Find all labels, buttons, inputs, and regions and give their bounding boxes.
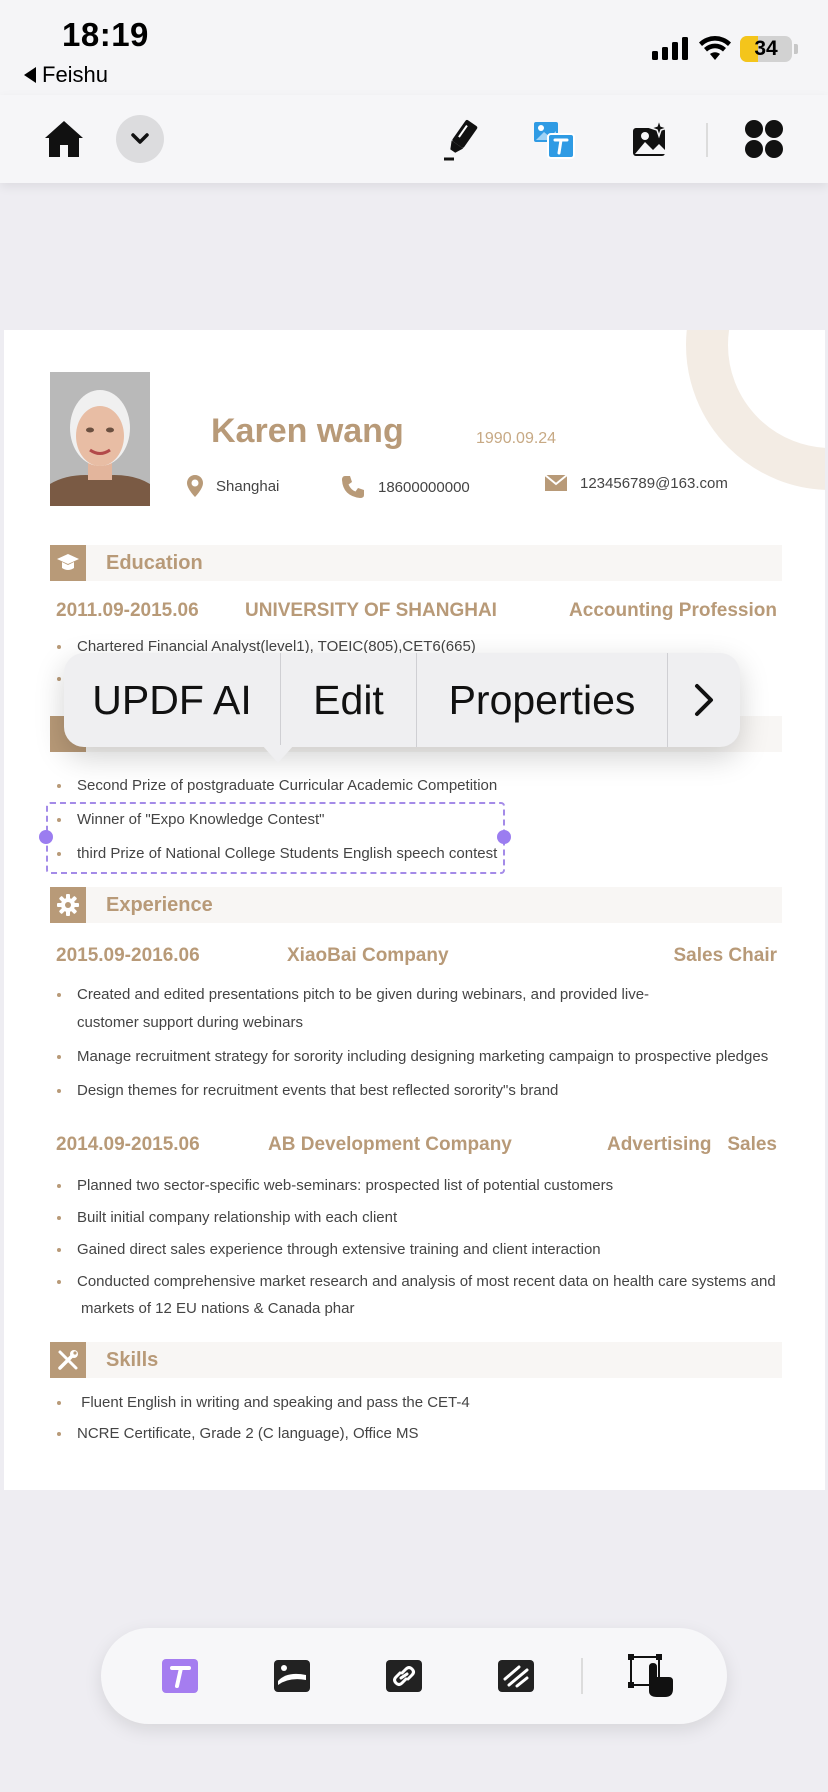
menu-item-edit[interactable]: Edit bbox=[281, 653, 417, 747]
gear-icon bbox=[50, 887, 86, 923]
education-period[interactable]: 2011.09-2015.06 bbox=[56, 600, 199, 622]
battery-percent: 34 bbox=[754, 37, 778, 60]
highlighter-icon bbox=[444, 119, 478, 161]
decorative-arc bbox=[686, 330, 825, 490]
email-text: 123456789@163.com bbox=[580, 474, 728, 492]
profile-photo[interactable] bbox=[50, 372, 150, 506]
job2-bullet[interactable]: Conducted comprehensive market research … bbox=[57, 1273, 776, 1290]
image-edit-button[interactable] bbox=[630, 95, 670, 183]
text-tool-icon bbox=[162, 1659, 198, 1693]
contact-phone[interactable]: 18600000000 bbox=[340, 474, 470, 500]
job1-bullet-continuation[interactable]: customer support during webinars bbox=[77, 1014, 303, 1031]
chevron-right-icon bbox=[695, 684, 713, 716]
resume-birthdate[interactable]: 1990.09.24 bbox=[476, 430, 556, 448]
resume-name[interactable]: Karen wang bbox=[211, 412, 404, 451]
skills-section-header: Skills bbox=[50, 1342, 782, 1378]
battery-icon: 34 bbox=[740, 36, 792, 62]
award-bullet[interactable]: Second Prize of postgraduate Curricular … bbox=[56, 777, 497, 794]
skills-title: Skills bbox=[106, 1349, 159, 1371]
apps-button[interactable] bbox=[742, 95, 786, 183]
job1-bullet[interactable]: Manage recruitment strategy for sorority… bbox=[56, 1048, 768, 1065]
cellular-signal-icon bbox=[652, 36, 688, 60]
phone-icon bbox=[342, 476, 364, 498]
job2-bullet-continuation[interactable]: markets of 12 EU nations & Canada phar bbox=[81, 1300, 355, 1317]
job2-company[interactable]: AB Development Company bbox=[268, 1134, 512, 1156]
tools-icon bbox=[50, 1342, 86, 1378]
job1-role[interactable]: Sales Chair bbox=[674, 945, 778, 967]
graduation-cap-icon bbox=[50, 545, 86, 581]
image-edit-icon bbox=[633, 120, 669, 156]
edit-image-text-button[interactable] bbox=[532, 95, 576, 183]
location-pin-icon bbox=[187, 475, 203, 497]
menu-more-button[interactable] bbox=[668, 653, 740, 747]
highlight-button[interactable] bbox=[440, 95, 480, 183]
apps-grid-icon bbox=[745, 120, 783, 158]
job1-bullet[interactable]: Design themes for recruitment events tha… bbox=[56, 1082, 558, 1099]
back-triangle-icon bbox=[24, 67, 36, 83]
back-app-label: Feishu bbox=[42, 62, 109, 87]
crop-tool-button[interactable] bbox=[488, 1648, 544, 1704]
select-area-button[interactable] bbox=[623, 1648, 679, 1704]
job2-bullet[interactable]: Built initial company relationship with … bbox=[56, 1209, 397, 1226]
job2-period[interactable]: 2014.09-2015.06 bbox=[56, 1134, 200, 1156]
image-text-icon bbox=[534, 122, 575, 159]
selection-handle-left[interactable] bbox=[39, 830, 53, 844]
job1-company[interactable]: XiaoBai Company bbox=[287, 945, 449, 967]
home-button[interactable] bbox=[38, 95, 90, 183]
education-major[interactable]: Accounting Profession bbox=[569, 600, 777, 622]
text-selection-box[interactable] bbox=[46, 802, 505, 874]
top-toolbar bbox=[0, 95, 828, 183]
experience-section-header: Experience bbox=[50, 887, 782, 923]
location-text: Shanghai bbox=[216, 477, 280, 495]
status-bar: 18:19 Feishu 34 bbox=[0, 0, 828, 95]
job1-period[interactable]: 2015.09-2016.06 bbox=[56, 945, 200, 967]
skills-bullet[interactable]: Fluent English in writing and speaking a… bbox=[57, 1394, 470, 1411]
context-menu-pointer bbox=[262, 745, 294, 763]
link-tool-button[interactable] bbox=[376, 1648, 432, 1704]
select-area-icon bbox=[628, 1654, 673, 1697]
menu-item-updf-ai[interactable]: UPDF AI bbox=[64, 653, 281, 747]
image-tool-icon bbox=[274, 1660, 310, 1692]
status-time: 18:19 bbox=[62, 16, 149, 53]
phone-text: 18600000000 bbox=[378, 478, 470, 496]
contact-location[interactable]: Shanghai bbox=[186, 474, 279, 498]
job2-bullet[interactable]: Planned two sector-specific web-seminars… bbox=[56, 1177, 613, 1194]
more-options-dropdown[interactable] bbox=[116, 95, 164, 183]
bottom-edit-toolbar bbox=[101, 1628, 727, 1724]
image-tool-button[interactable] bbox=[264, 1648, 320, 1704]
back-to-app-link[interactable]: Feishu bbox=[24, 62, 108, 88]
education-section-header: Education bbox=[50, 545, 782, 581]
document-page[interactable]: Karen wang 1990.09.24 Shanghai 186000000… bbox=[4, 330, 825, 1490]
wifi-icon bbox=[699, 36, 731, 60]
link-tool-icon bbox=[386, 1660, 422, 1692]
mail-icon bbox=[544, 474, 568, 491]
selection-handle-right[interactable] bbox=[497, 830, 511, 844]
bottom-bar-divider bbox=[581, 1658, 583, 1694]
experience-title: Experience bbox=[106, 894, 213, 916]
skills-bullet[interactable]: NCRE Certificate, Grade 2 (C language), … bbox=[57, 1425, 419, 1442]
battery-tip bbox=[794, 44, 798, 54]
contact-email[interactable]: 123456789@163.com bbox=[544, 474, 728, 492]
text-tool-button[interactable] bbox=[152, 1648, 208, 1704]
crop-tool-icon bbox=[498, 1660, 534, 1692]
context-menu: UPDF AI Edit Properties bbox=[64, 653, 740, 747]
toolbar-divider bbox=[706, 123, 708, 157]
menu-item-properties[interactable]: Properties bbox=[417, 653, 668, 747]
job2-role[interactable]: Advertising Sales bbox=[607, 1134, 777, 1156]
chevron-down-icon bbox=[131, 133, 149, 144]
job1-bullet[interactable]: Created and edited presentations pitch t… bbox=[56, 986, 649, 1003]
education-school[interactable]: UNIVERSITY OF SHANGHAI bbox=[245, 600, 497, 622]
job2-bullet[interactable]: Gained direct sales experience through e… bbox=[57, 1241, 601, 1258]
home-icon bbox=[45, 121, 83, 157]
education-title: Education bbox=[106, 552, 203, 574]
